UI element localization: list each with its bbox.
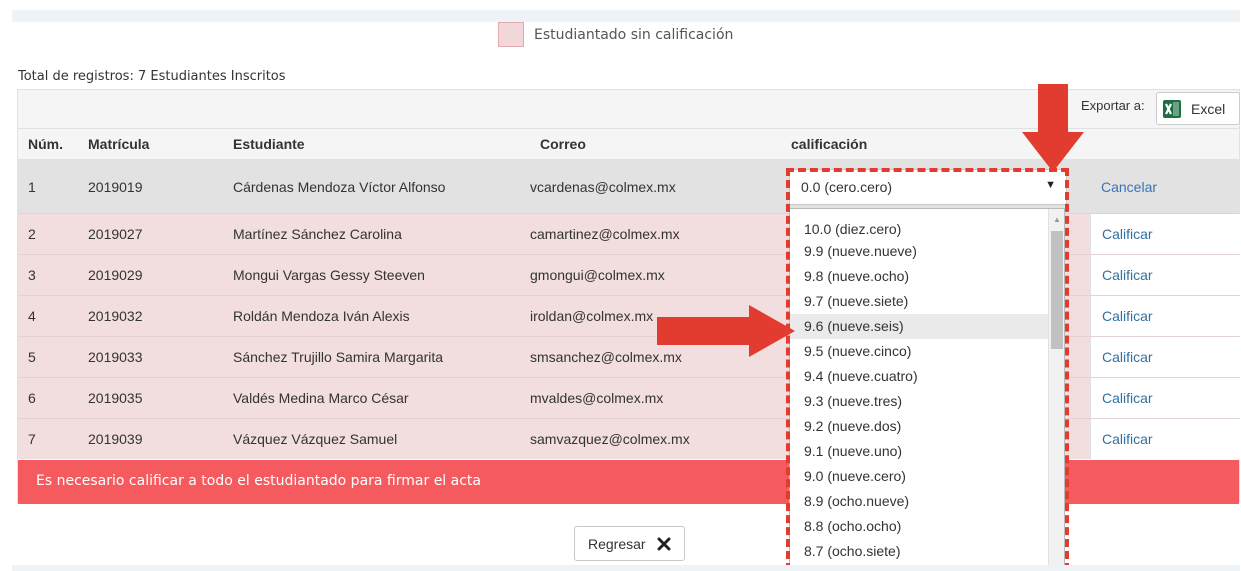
grade-option[interactable]: 9.2 (nueve.dos): [790, 414, 1050, 439]
header-calificacion: calificación: [791, 136, 868, 152]
row-action-cell: Cancelar: [1090, 160, 1240, 213]
close-icon: [657, 537, 671, 551]
row-num: 7: [28, 431, 36, 447]
legend: Estudiantado sin calificación: [498, 22, 733, 47]
row-action-cell: Calificar: [1090, 337, 1240, 377]
calificar-link[interactable]: Calificar: [1102, 226, 1153, 242]
back-label: Regresar: [588, 536, 646, 552]
grade-option[interactable]: 8.7 (ocho.siete): [790, 539, 1050, 564]
header-num: Núm.: [28, 136, 63, 152]
grade-option[interactable]: 9.4 (nueve.cuatro): [790, 364, 1050, 389]
row-num: 3: [28, 267, 36, 283]
calificar-link[interactable]: Calificar: [1102, 390, 1153, 406]
row-correo: gmongui@colmex.mx: [530, 267, 665, 283]
row-estudiante: Roldán Mendoza Iván Alexis: [233, 308, 410, 324]
records-total: Total de registros: 7 Estudiantes Inscri…: [18, 69, 286, 84]
grade-option[interactable]: 9.0 (nueve.cero): [790, 464, 1050, 489]
row-estudiante: Valdés Medina Marco César: [233, 390, 409, 406]
header-correo: Correo: [540, 136, 586, 152]
grade-option[interactable]: 9.9 (nueve.nueve): [790, 239, 1050, 264]
grade-dropdown-list: 10.0 (diez.cero) 9.9 (nueve.nueve) 9.8 (…: [789, 208, 1065, 571]
row-action-cell: Calificar: [1090, 296, 1240, 336]
scrollbar-thumb[interactable]: [1051, 231, 1063, 349]
row-action-cell: Calificar: [1090, 255, 1240, 295]
row-matricula: 2019019: [88, 179, 143, 195]
row-num: 4: [28, 308, 36, 324]
scroll-up-icon[interactable]: ▲: [1053, 215, 1061, 224]
row-correo: iroldan@colmex.mx: [530, 308, 654, 324]
grade-option-highlighted[interactable]: 9.6 (nueve.seis): [790, 314, 1050, 339]
caret-down-icon: ▼: [1045, 179, 1056, 191]
row-matricula: 2019039: [88, 431, 143, 447]
header-matricula: Matrícula: [88, 136, 150, 152]
row-estudiante: Vázquez Vázquez Samuel: [233, 431, 398, 447]
row-action-cell: Calificar: [1090, 214, 1240, 254]
legend-swatch: [498, 22, 524, 47]
row-matricula: 2019032: [88, 308, 143, 324]
top-band: [12, 10, 1240, 22]
grade-option[interactable]: 9.8 (nueve.ocho): [790, 264, 1050, 289]
legend-label: Estudiantado sin calificación: [534, 26, 734, 43]
grade-option[interactable]: 9.5 (nueve.cinco): [790, 339, 1050, 364]
row-action-cell: Calificar: [1090, 378, 1240, 418]
back-button[interactable]: Regresar: [574, 526, 685, 561]
row-num: 6: [28, 390, 36, 406]
row-num: 5: [28, 349, 36, 365]
row-matricula: 2019029: [88, 267, 143, 283]
grade-option[interactable]: 8.8 (ocho.ocho): [790, 514, 1050, 539]
calificar-link[interactable]: Calificar: [1102, 431, 1153, 447]
excel-label: Excel: [1191, 100, 1226, 117]
excel-icon: [1163, 99, 1181, 118]
export-excel-button[interactable]: Excel: [1156, 92, 1240, 125]
calificar-link[interactable]: Calificar: [1102, 267, 1153, 283]
row-correo: smsanchez@colmex.mx: [530, 349, 682, 365]
grade-option[interactable]: 9.3 (nueve.tres): [790, 389, 1050, 414]
grade-option[interactable]: 9.1 (nueve.uno): [790, 439, 1050, 464]
row-correo: camartinez@colmex.mx: [530, 226, 680, 242]
header-estudiante: Estudiante: [233, 136, 305, 152]
calificar-link[interactable]: Calificar: [1102, 349, 1153, 365]
grade-option[interactable]: 9.7 (nueve.siete): [790, 289, 1050, 314]
row-correo: mvaldes@colmex.mx: [530, 390, 664, 406]
export-label: Exportar a:: [1081, 98, 1145, 113]
row-estudiante: Martínez Sánchez Carolina: [233, 226, 402, 242]
row-matricula: 2019035: [88, 390, 143, 406]
grade-option[interactable]: 8.9 (ocho.nueve): [790, 489, 1050, 514]
bottom-band: [12, 565, 1240, 571]
grade-select[interactable]: 0.0 (cero.cero) ▼: [789, 169, 1067, 205]
cancel-link[interactable]: Cancelar: [1101, 179, 1157, 195]
row-correo: samvazquez@colmex.mx: [530, 431, 690, 447]
grade-select-value: 0.0 (cero.cero): [801, 179, 893, 195]
row-matricula: 2019033: [88, 349, 143, 365]
row-num: 2: [28, 226, 36, 242]
row-estudiante: Mongui Vargas Gessy Steeven: [233, 267, 425, 283]
calificar-link[interactable]: Calificar: [1102, 308, 1153, 324]
table-toolbar: Exportar a: Excel: [18, 90, 1240, 128]
dropdown-scrollbar[interactable]: ▲: [1048, 209, 1064, 570]
row-estudiante: Sánchez Trujillo Samira Margarita: [233, 349, 444, 365]
row-action-cell: Calificar: [1090, 419, 1240, 459]
row-num: 1: [28, 179, 36, 195]
table-header: Núm. Matrícula Estudiante Correo calific…: [18, 128, 1239, 159]
row-matricula: 2019027: [88, 226, 143, 242]
row-estudiante: Cárdenas Mendoza Víctor Alfonso: [233, 179, 446, 195]
row-correo: vcardenas@colmex.mx: [530, 179, 676, 195]
